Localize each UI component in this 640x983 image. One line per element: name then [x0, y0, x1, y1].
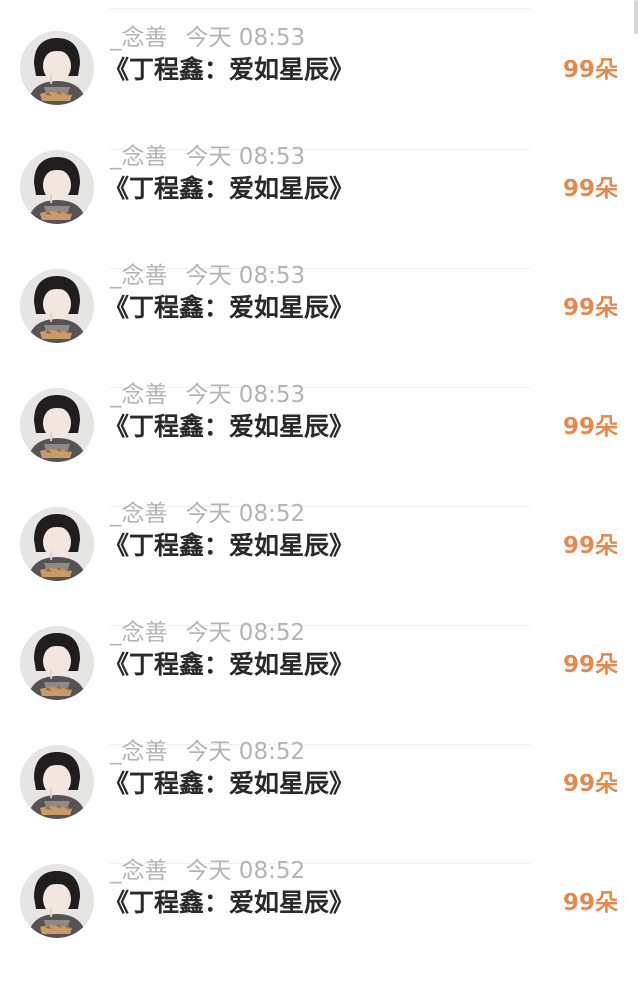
record-meta: _念善 今天 08:53 [110, 379, 305, 411]
record-meta: _念善 今天 08:52 [110, 498, 305, 530]
gift-count: 99朵 [562, 890, 618, 916]
user-avatar-icon[interactable] [20, 150, 94, 224]
username[interactable]: _念善 [110, 144, 168, 170]
record-meta: _念善 今天 08:53 [110, 141, 305, 173]
username[interactable]: _念善 [110, 25, 168, 51]
list-item[interactable]: _念善 今天 08:52 《丁程鑫：爱如星辰》 99朵 [0, 620, 640, 745]
work-title[interactable]: 《丁程鑫：爱如星辰》 [104, 52, 354, 88]
work-title[interactable]: 《丁程鑫：爱如星辰》 [104, 647, 354, 683]
list-item[interactable]: _念善 今天 08:52 《丁程鑫：爱如星辰》 99朵 [0, 501, 640, 626]
gift-count: 99朵 [562, 533, 618, 559]
record-meta: _念善 今天 08:52 [110, 617, 305, 649]
list-item[interactable]: _念善 今天 08:53 《丁程鑫：爱如星辰》 99朵 [0, 263, 640, 388]
list-item[interactable]: _念善 今天 08:53 《丁程鑫：爱如星辰》 99朵 [0, 25, 640, 150]
user-avatar-icon[interactable] [20, 269, 94, 343]
username[interactable]: _念善 [110, 263, 168, 289]
gift-count: 99朵 [562, 295, 618, 321]
timestamp: 今天 08:53 [185, 382, 306, 408]
gift-count: 99朵 [562, 57, 618, 83]
list-item[interactable]: _念善 今天 08:52 《丁程鑫：爱如星辰》 99朵 [0, 858, 640, 983]
user-avatar-icon[interactable] [20, 388, 94, 462]
gift-count: 99朵 [562, 652, 618, 678]
timestamp: 今天 08:53 [185, 263, 306, 289]
user-avatar-icon[interactable] [20, 745, 94, 819]
scrollbar[interactable] [634, 0, 638, 34]
work-title[interactable]: 《丁程鑫：爱如星辰》 [104, 885, 354, 921]
work-title[interactable]: 《丁程鑫：爱如星辰》 [104, 409, 354, 445]
timestamp: 今天 08:52 [185, 620, 306, 646]
work-title[interactable]: 《丁程鑫：爱如星辰》 [104, 290, 354, 326]
list-item[interactable]: _念善 今天 08:52 《丁程鑫：爱如星辰》 99朵 [0, 739, 640, 864]
user-avatar-icon[interactable] [20, 507, 94, 581]
gift-count: 99朵 [562, 771, 618, 797]
gift-count: 99朵 [562, 176, 618, 202]
work-title[interactable]: 《丁程鑫：爱如星辰》 [104, 766, 354, 802]
username[interactable]: _念善 [110, 620, 168, 646]
timestamp: 今天 08:53 [185, 144, 306, 170]
record-meta: _念善 今天 08:53 [110, 260, 305, 292]
timestamp: 今天 08:52 [185, 858, 306, 884]
work-title[interactable]: 《丁程鑫：爱如星辰》 [104, 171, 354, 207]
divider [110, 8, 530, 9]
timestamp: 今天 08:52 [185, 739, 306, 765]
username[interactable]: _念善 [110, 501, 168, 527]
username[interactable]: _念善 [110, 739, 168, 765]
user-avatar-icon[interactable] [20, 864, 94, 938]
work-title[interactable]: 《丁程鑫：爱如星辰》 [104, 528, 354, 564]
timestamp: 今天 08:53 [185, 25, 306, 51]
gift-count: 99朵 [562, 414, 618, 440]
timestamp: 今天 08:52 [185, 501, 306, 527]
username[interactable]: _念善 [110, 858, 168, 884]
list-item[interactable]: _念善 今天 08:53 《丁程鑫：爱如星辰》 99朵 [0, 382, 640, 507]
record-meta: _念善 今天 08:52 [110, 736, 305, 768]
username[interactable]: _念善 [110, 382, 168, 408]
list-item[interactable]: _念善 今天 08:53 《丁程鑫：爱如星辰》 99朵 [0, 144, 640, 269]
record-meta: _念善 今天 08:52 [110, 855, 305, 887]
record-meta: _念善 今天 08:53 [110, 22, 305, 54]
user-avatar-icon[interactable] [20, 31, 94, 105]
user-avatar-icon[interactable] [20, 626, 94, 700]
